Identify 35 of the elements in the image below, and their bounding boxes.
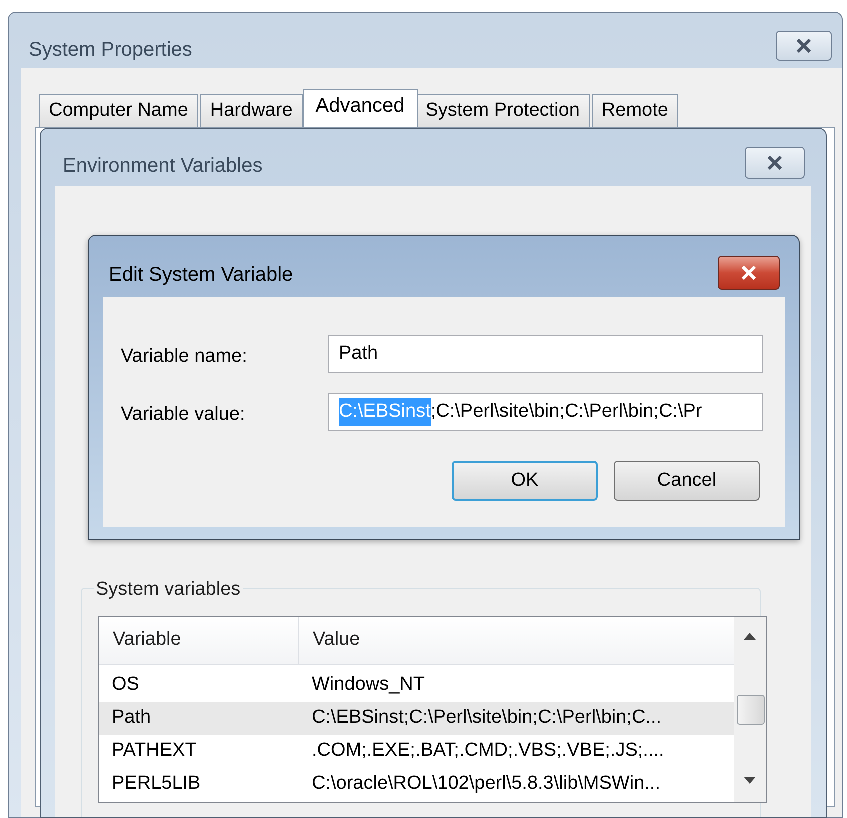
- tab[interactable]: Advanced: [302, 89, 418, 127]
- table-cell-text: PATHEXT: [111, 739, 198, 764]
- table-cell-text: .COM;.EXE;.BAT;.CMD;.VBS;.VBE;.JS;....: [311, 739, 666, 764]
- close-button[interactable]: [718, 256, 780, 290]
- table-cell-text: PERL5LIB: [111, 772, 202, 796]
- tab[interactable]: Hardware: [200, 94, 303, 127]
- close-icon: [765, 156, 785, 170]
- tab[interactable]: System Protection: [416, 94, 590, 127]
- close-icon: [794, 39, 814, 53]
- table-cell-text: C:\EBSinst;C:\Perl\site\bin;C:\Perl\bin;C...: [311, 706, 663, 730]
- dialog-title: Environment Variables: [63, 154, 263, 179]
- close-button[interactable]: [776, 31, 832, 61]
- field-label: Variable value:: [121, 403, 246, 427]
- tab[interactable]: Computer Name: [39, 94, 198, 127]
- table-cell-text: Path: [111, 706, 152, 730]
- dialog-title: Edit System Variable: [109, 263, 294, 288]
- field-label: Variable name:: [121, 345, 248, 369]
- table-cell-text: C:\oracle\ROL\102\perl\5.8.3\lib\MSWin...: [311, 772, 662, 796]
- scroll-down-icon[interactable]: [744, 777, 756, 784]
- table-cell-text: Windows_NT: [311, 673, 426, 698]
- ok-button[interactable]: OK: [452, 461, 598, 501]
- cancel-button[interactable]: Cancel: [614, 461, 760, 501]
- close-icon: [739, 266, 759, 280]
- column-header[interactable]: Variable: [99, 617, 299, 664]
- tab[interactable]: Remote: [592, 94, 678, 127]
- scrollbar[interactable]: [734, 617, 766, 802]
- column-header[interactable]: Value: [299, 617, 735, 664]
- value-field[interactable]: C:\EBSinst;C:\Perl\site\bin;C:\Perl\bin;C:\Pr: [328, 393, 763, 431]
- scroll-up-icon[interactable]: [744, 633, 756, 640]
- scroll-thumb[interactable]: [737, 695, 765, 725]
- window-title: System Properties: [29, 38, 192, 63]
- name-field[interactable]: Path: [328, 335, 763, 373]
- table-cell-text: OS: [111, 673, 140, 698]
- list-row[interactable]: Path C:\EBSinst;C:\Perl\site\bin;C:\Perl\bin;C...: [99, 702, 735, 735]
- close-button[interactable]: [745, 147, 805, 179]
